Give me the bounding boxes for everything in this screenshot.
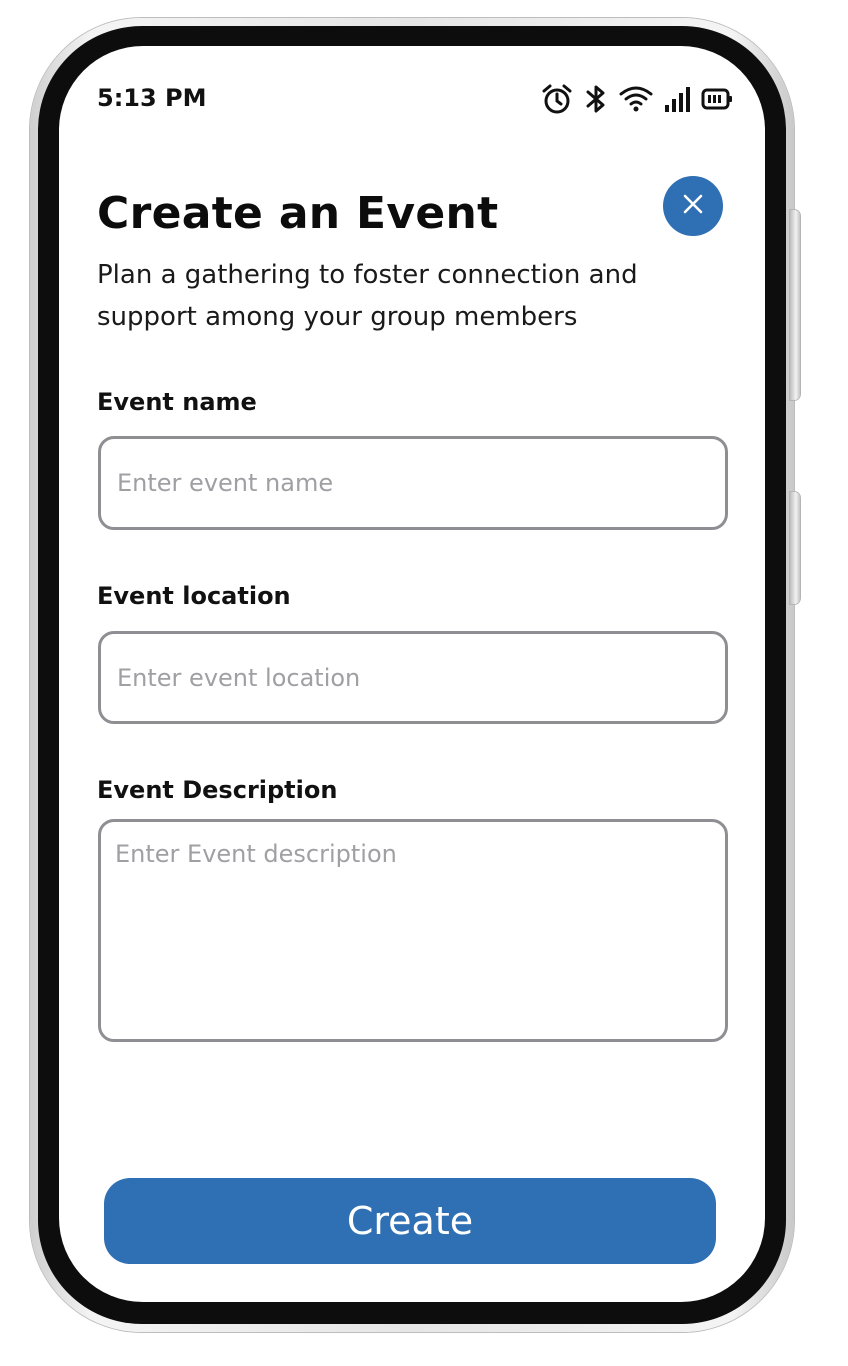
status-time: 5:13 PM — [97, 84, 207, 112]
battery-icon — [701, 87, 733, 111]
event-location-input[interactable] — [98, 631, 728, 724]
side-button-upper — [790, 210, 800, 400]
event-location-label: Event location — [97, 582, 291, 610]
page-subtitle: Plan a gathering to foster connection an… — [97, 260, 638, 332]
signal-icon — [663, 85, 691, 113]
close-icon — [682, 193, 704, 219]
event-description-input[interactable] — [98, 819, 728, 1042]
alarm-icon — [541, 83, 573, 115]
wifi-icon — [619, 85, 653, 113]
status-icons — [541, 82, 733, 116]
event-name-input[interactable] — [98, 436, 728, 530]
create-button[interactable]: Create — [104, 1178, 716, 1264]
side-button-lower — [790, 492, 800, 604]
event-name-label: Event name — [97, 388, 257, 416]
bluetooth-icon — [583, 83, 609, 115]
page-title: Create an Event — [97, 188, 499, 239]
close-button[interactable] — [663, 176, 723, 236]
event-description-label: Event Description — [97, 776, 338, 804]
screen: 5:13 PM Create an Event Plan a gathering… — [59, 46, 765, 1302]
